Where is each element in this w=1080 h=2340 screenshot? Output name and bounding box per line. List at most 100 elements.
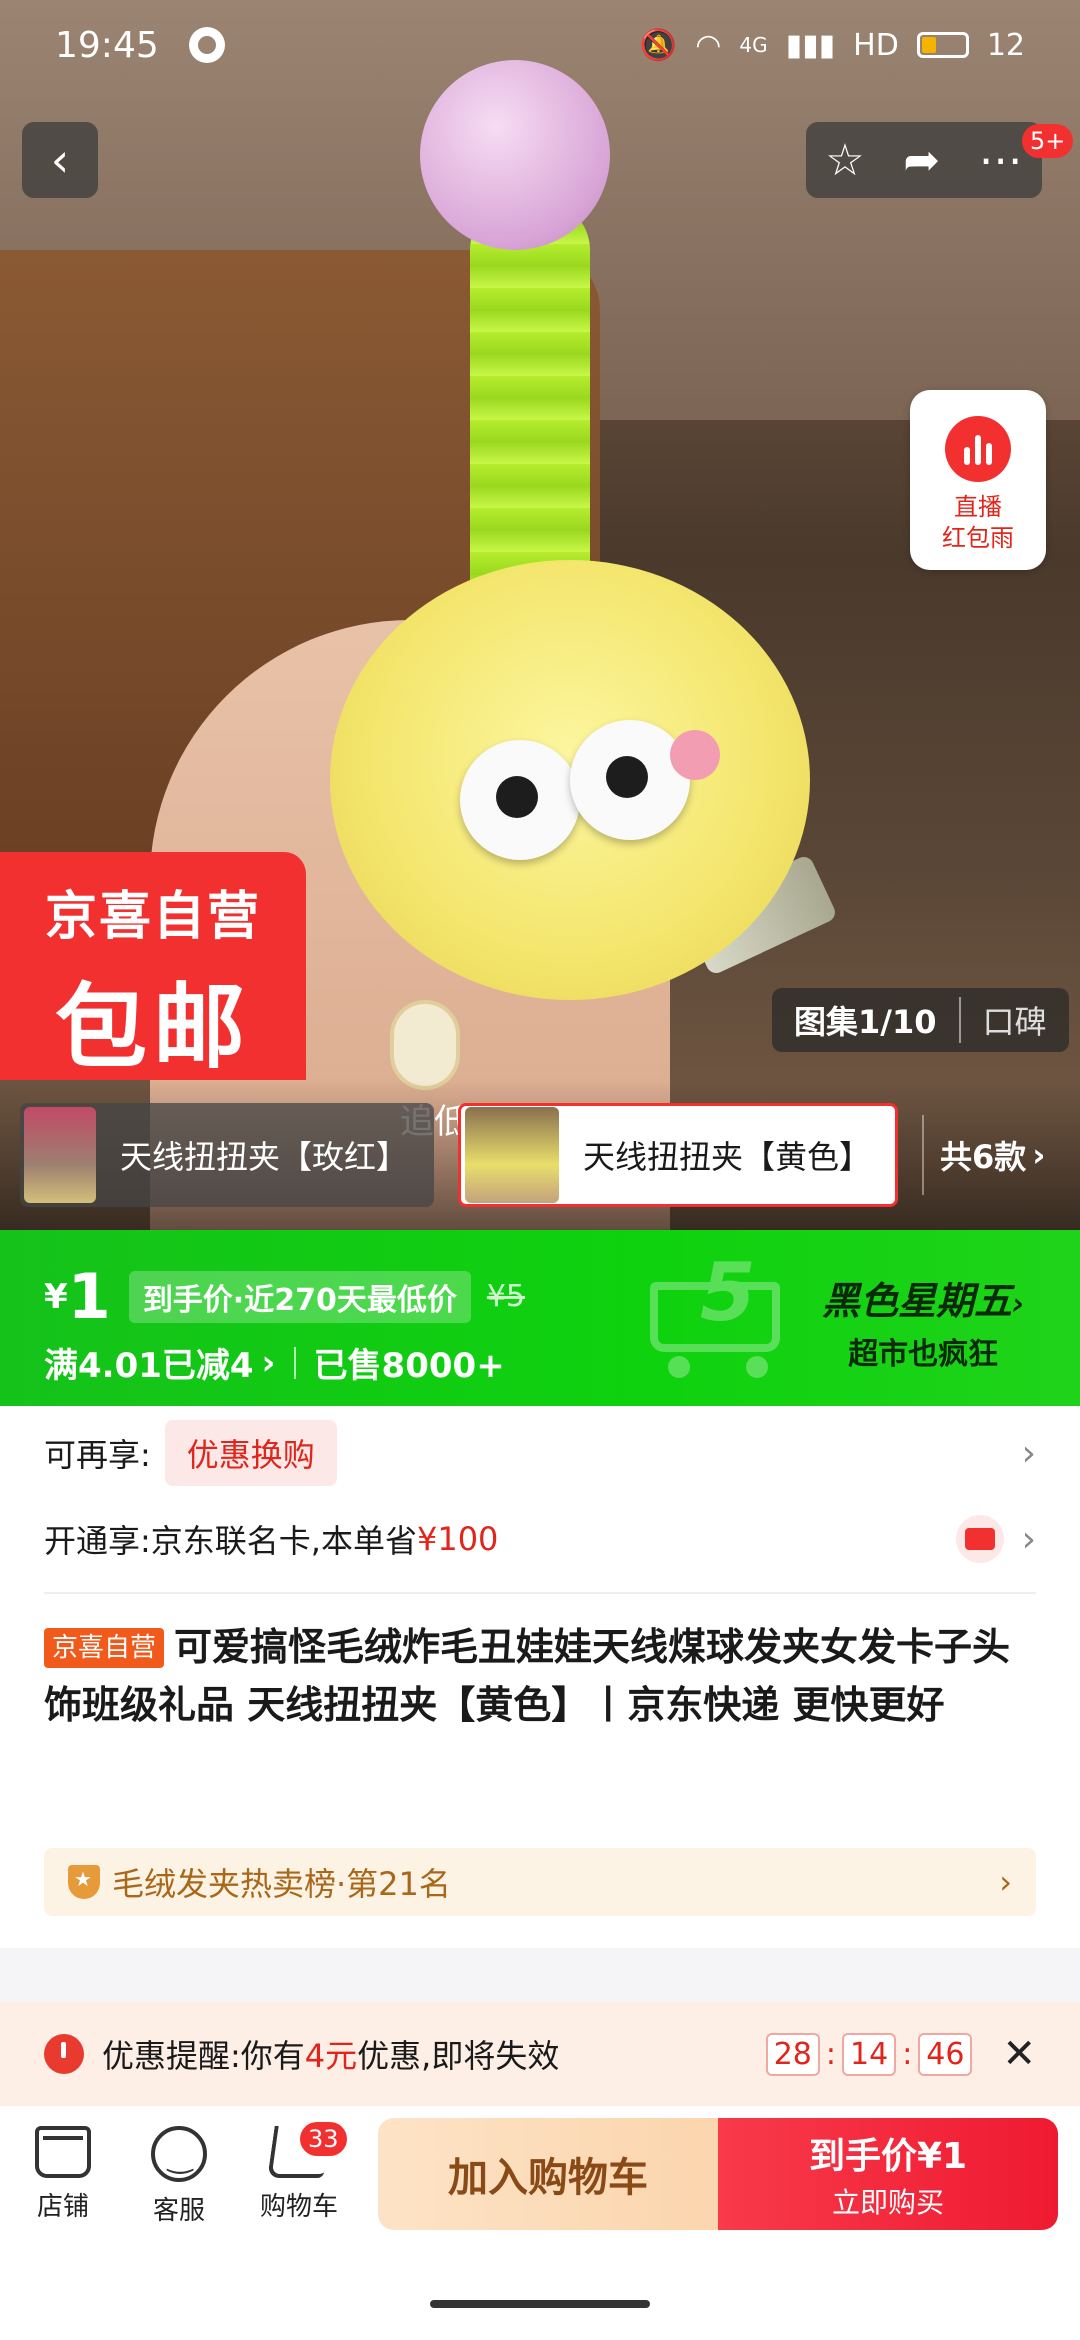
live-label: 直播 红包雨 bbox=[942, 492, 1014, 554]
buy-now-button[interactable]: 到手价¥1 立即购买 bbox=[718, 2118, 1058, 2230]
section-gap bbox=[0, 1948, 1080, 2002]
close-icon[interactable]: ✕ bbox=[1002, 2031, 1036, 2077]
reshare-label: 可再享: bbox=[44, 1436, 151, 1474]
reshare-row[interactable]: 可再享: 优惠换购 › bbox=[44, 1418, 1036, 1488]
price-currency: ¥ bbox=[44, 1276, 68, 1317]
countdown-hours: 28 bbox=[765, 2032, 820, 2076]
gallery-tab[interactable]: 图集1/10 bbox=[772, 997, 961, 1043]
chevron-right-icon: › bbox=[1021, 1432, 1036, 1474]
smiley-icon bbox=[151, 2126, 207, 2182]
variant-label: 天线扭扭夹【玫红】 bbox=[120, 1138, 409, 1176]
coupon-reminder-bar[interactable]: 优惠提醒:你有 4元 优惠,即将失效 28 : 14 : 46 ✕ bbox=[0, 2002, 1080, 2106]
product-title-text: 可爱搞怪毛绒炸毛丑娃娃天线煤球发夹女发卡子头饰班级礼品 天线扭扭夹【黄色】丨京东… bbox=[44, 1625, 1011, 1727]
mute-icon: 🔕 bbox=[639, 27, 678, 63]
status-icons: 🔕 ◠ 4G ▮▮▮ HD 12 bbox=[640, 28, 1025, 63]
sold-count: 已售8000+ bbox=[313, 1346, 505, 1386]
message-badge: 5+ bbox=[1022, 124, 1074, 158]
ranking-bar[interactable]: 毛绒发夹热卖榜·第21名 › bbox=[44, 1848, 1036, 1916]
share-icon[interactable]: ➦ bbox=[903, 135, 940, 186]
product-title: 京喜自营 可爱搞怪毛绒炸毛丑娃娃天线煤球发夹女发卡子头饰班级礼品 天线扭扭夹【黄色… bbox=[44, 1618, 1036, 1734]
price-value: 1 bbox=[67, 1260, 111, 1333]
store-button[interactable]: 店铺 bbox=[8, 2126, 118, 2223]
wifi-icon: ◠ bbox=[695, 27, 722, 63]
cart-label: 购物车 bbox=[259, 2192, 338, 2222]
chevron-right-icon: › bbox=[1012, 1287, 1025, 1322]
app-notification-icon bbox=[188, 27, 225, 63]
countdown-timer: 28 : 14 : 46 bbox=[765, 2032, 973, 2076]
reminder-prefix: 优惠提醒:你有 bbox=[102, 2037, 305, 2075]
chevron-right-icon: › bbox=[999, 1863, 1012, 1901]
network-label: 4G bbox=[739, 33, 768, 57]
cart-count-badge: 33 bbox=[300, 2122, 347, 2156]
badge-free-shipping: 包邮 bbox=[54, 974, 251, 1081]
store-icon bbox=[35, 2126, 91, 2178]
reminder-amount: 4元 bbox=[304, 2037, 358, 2075]
back-arrow-icon: ‹ bbox=[50, 133, 70, 187]
reviews-tab[interactable]: 口碑 bbox=[961, 997, 1069, 1043]
service-label: 客服 bbox=[152, 2196, 205, 2226]
variant-label: 天线扭扭夹【黄色】 bbox=[583, 1138, 872, 1176]
image-eye-left bbox=[460, 740, 580, 860]
card-offer-amount: ¥100 bbox=[416, 1520, 499, 1558]
live-bars-icon bbox=[945, 416, 1011, 482]
signal-icon: ▮▮▮ bbox=[785, 27, 836, 63]
chevron-right-icon: › bbox=[1032, 1136, 1046, 1174]
add-to-cart-button[interactable]: 加入购物车 bbox=[378, 2118, 718, 2230]
promo-subtitle: 超市也疯狂 bbox=[848, 1337, 999, 1372]
image-eye-right bbox=[570, 720, 690, 840]
chevron-right-icon: › bbox=[261, 1342, 276, 1383]
live-label-line1: 直播 bbox=[954, 493, 1002, 521]
image-cheek bbox=[670, 730, 720, 780]
trade-in-pill[interactable]: 优惠换购 bbox=[164, 1420, 337, 1486]
more-menu-icon[interactable]: ⋯ bbox=[979, 135, 1023, 186]
countdown-colon: : bbox=[902, 2036, 913, 2072]
home-indicator[interactable] bbox=[430, 2300, 650, 2308]
promo-cart-icon: 5 bbox=[640, 1246, 800, 1382]
hd-label: HD bbox=[853, 27, 899, 63]
co-branded-card-row[interactable]: 开通享:京东联名卡,本单省 ¥100 › bbox=[44, 1504, 1036, 1574]
self-operated-tag: 京喜自营 bbox=[44, 1628, 165, 1668]
price-banner: ¥ 1 到手价·近270天最低价 ¥5 满4.01已减4 › 已售8000+ 5… bbox=[0, 1230, 1080, 1406]
price-row: ¥ 1 到手价·近270天最低价 ¥5 bbox=[44, 1260, 525, 1333]
ranking-text: 毛绒发夹热卖榜·第21名 bbox=[112, 1865, 451, 1903]
customer-service-button[interactable]: 客服 bbox=[124, 2126, 234, 2227]
variant-thumbnail bbox=[24, 1107, 96, 1203]
black-friday-promo[interactable]: 黑色星期五› 超市也疯狂 bbox=[822, 1270, 1024, 1373]
countdown-minutes: 14 bbox=[842, 2032, 897, 2076]
top-toolbar: ☆ ➦ ⋯ bbox=[806, 122, 1042, 198]
discount-row[interactable]: 满4.01已减4 › 已售8000+ bbox=[44, 1338, 505, 1387]
card-offer-text: 开通享:京东联名卡,本单省 bbox=[44, 1522, 417, 1560]
countdown-seconds: 46 bbox=[918, 2032, 973, 2076]
reminder-suffix: 优惠,即将失效 bbox=[357, 2037, 560, 2075]
medal-icon bbox=[68, 1865, 100, 1899]
countdown-colon: : bbox=[825, 2036, 836, 2072]
image-nail bbox=[390, 1000, 460, 1090]
self-operated-free-shipping-badge: 京喜自营 包邮 bbox=[0, 852, 306, 1081]
chevron-right-icon: › bbox=[1021, 1518, 1036, 1560]
variant-thumbnail bbox=[465, 1107, 559, 1203]
status-bar: 19:45 🔕 ◠ 4G ▮▮▮ HD 12 bbox=[0, 0, 1080, 90]
divider bbox=[293, 1346, 296, 1379]
cart-wheel bbox=[746, 1356, 768, 1378]
buy-price-label: 到手价¥1 bbox=[808, 2136, 968, 2177]
discount-text: 满4.01已减4 bbox=[44, 1346, 254, 1386]
variant-count: 共6款 bbox=[940, 1138, 1027, 1176]
cart-wheel bbox=[668, 1356, 690, 1378]
battery-icon bbox=[916, 32, 969, 58]
variant-item-selected[interactable]: 天线扭扭夹【黄色】 bbox=[458, 1103, 898, 1207]
badge-self-operated: 京喜自营 bbox=[44, 887, 261, 947]
price-tag: 到手价·近270天最低价 bbox=[128, 1270, 471, 1323]
live-red-packet-button[interactable]: 直播 红包雨 bbox=[910, 390, 1046, 570]
back-button[interactable]: ‹ bbox=[22, 122, 98, 198]
divider bbox=[44, 1592, 1036, 1594]
favorite-star-icon[interactable]: ☆ bbox=[825, 135, 864, 186]
promo-title: 黑色星期五 bbox=[822, 1279, 1013, 1323]
original-price: ¥5 bbox=[486, 1279, 526, 1314]
live-label-line2: 红包雨 bbox=[942, 524, 1014, 552]
buy-now-label: 立即购买 bbox=[831, 2186, 944, 2219]
clock-icon bbox=[44, 2034, 84, 2074]
variant-item[interactable]: 天线扭扭夹【玫红】 bbox=[20, 1103, 434, 1207]
all-variants-button[interactable]: 共6款 › bbox=[922, 1115, 1045, 1195]
store-label: 店铺 bbox=[36, 2192, 89, 2222]
battery-level: 12 bbox=[986, 27, 1025, 63]
